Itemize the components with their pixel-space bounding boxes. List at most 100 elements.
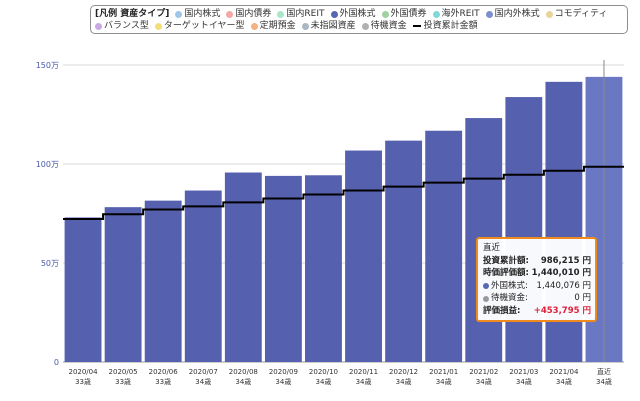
- tooltip-row: 投資累計額: 986,215 円: [483, 255, 591, 268]
- x-tick-label: 直近: [597, 367, 611, 376]
- bar: [104, 207, 142, 362]
- dot-marker-icon: [545, 10, 553, 18]
- dot-marker-icon: [381, 10, 389, 18]
- legend-item: 国内株式: [175, 8, 220, 20]
- x-tick-label: 2021/04: [549, 368, 579, 376]
- legend-item: 投資累計金額: [412, 20, 478, 32]
- x-tick-age-label: 34歳: [235, 377, 251, 386]
- y-axis: 0 50万 100万 150万: [36, 61, 59, 367]
- chart-area: 050万100万150万 2020/0433歳2020/0533歳2020/06…: [36, 60, 624, 386]
- x-tick-age-label: 34歳: [556, 377, 572, 386]
- x-tick-label: 2020/04: [68, 368, 98, 376]
- tooltip-row-label: 時価評価額:: [483, 268, 529, 279]
- bar: [144, 200, 182, 362]
- x-tick-age-label: 34歳: [275, 377, 291, 386]
- bar: [345, 150, 382, 362]
- tooltip: 直近 投資累計額: 986,215 円時価評価額: 1,440,010 円外国株式:…: [476, 237, 597, 322]
- legend-item-label: コモディティ: [554, 9, 608, 19]
- legend-item-label: バランス型: [104, 21, 149, 31]
- x-axis: 2020/0433歳2020/0533歳2020/0633歳2020/0734歳…: [68, 367, 611, 386]
- bar: [184, 190, 222, 362]
- x-tick-label: 2020/07: [189, 368, 218, 376]
- x-tick-age-label: 34歳: [596, 377, 612, 386]
- dot-marker-icon: [483, 283, 489, 290]
- dot-marker-icon: [361, 22, 369, 30]
- tooltip-row: 待機資金: 0 円: [483, 292, 591, 305]
- tooltip-title: 直近: [483, 243, 501, 253]
- legend-item: バランス型: [95, 20, 149, 32]
- tooltip-row-value: 986,215 円: [540, 255, 591, 266]
- legend-item-label: 国内株式: [184, 9, 221, 19]
- dot-marker-icon: [485, 10, 493, 18]
- dot-marker-icon: [277, 10, 285, 18]
- legend-item: コモディティ: [545, 8, 608, 20]
- x-tick-label: 2020/11: [349, 368, 378, 376]
- legend-item-label: 投資累計金額: [423, 21, 478, 31]
- legend-item-label: 国内外株式: [494, 9, 540, 19]
- tooltip-row-label: 投資累計額:: [483, 255, 529, 266]
- x-tick-age-label: 34歳: [516, 377, 532, 386]
- legend-item: 国内REIT: [277, 8, 325, 20]
- legend-item: 国内外株式: [485, 8, 540, 20]
- x-tick-age-label: 34歳: [476, 377, 492, 386]
- legend-item: 定期預金: [250, 20, 296, 32]
- tooltip-row-value: 1,440,010 円: [531, 268, 591, 279]
- legend-item-label: 外国株式: [339, 9, 376, 19]
- legend: [凡例 資産タイプ] 国内株式 国内債券 国内REIT 外国株式 外国債券 海外REIT 国…: [90, 5, 628, 34]
- tooltip-row: 評価損益: +453,795 円: [483, 305, 591, 318]
- legend-item: 海外REIT: [432, 8, 480, 20]
- tooltip-row-label: 外国株式:: [491, 280, 528, 291]
- tooltip-row-label: 待機資金:: [491, 293, 528, 304]
- bar: [505, 97, 543, 363]
- x-tick-age-label: 34歳: [396, 377, 412, 386]
- y-tick-label: 150万: [36, 61, 59, 70]
- legend-item: 待機資金: [361, 20, 407, 32]
- x-tick-label: 2020/06: [149, 368, 179, 376]
- x-tick-age-label: 33歳: [75, 377, 91, 386]
- x-tick-age-label: 34歳: [436, 377, 452, 386]
- tooltip-row-value: +453,795 円: [533, 305, 591, 316]
- x-tick-label: 2020/12: [389, 368, 418, 376]
- dot-marker-icon: [483, 295, 489, 302]
- tooltip-row-value: 0 円: [574, 293, 591, 304]
- bar: [224, 172, 262, 362]
- bar: [385, 140, 423, 362]
- legend-item-label: 待機資金: [370, 21, 407, 31]
- legend-item: 外国株式: [330, 8, 376, 20]
- x-tick-label: 2021/03: [509, 368, 538, 376]
- legend-item: ターゲットイヤー型: [154, 20, 245, 32]
- x-tick-age-label: 34歳: [195, 377, 211, 386]
- x-tick-age-label: 34歳: [316, 377, 332, 386]
- dot-marker-icon: [154, 22, 162, 30]
- dot-marker-icon: [301, 22, 309, 30]
- dot-marker-icon: [226, 10, 234, 18]
- bar: [305, 175, 342, 362]
- bar: [64, 217, 102, 362]
- legend-item-label: 海外REIT: [441, 9, 480, 19]
- y-tick-label: 0: [54, 358, 59, 367]
- x-tick-label: 2020/09: [269, 368, 298, 376]
- tooltip-row-value: 1,440,076 円: [536, 280, 591, 291]
- x-tick-age-label: 33歳: [115, 377, 131, 386]
- bar: [425, 130, 463, 362]
- tooltip-row-label: 評価損益:: [483, 305, 521, 316]
- line-marker-icon: [412, 25, 421, 27]
- tooltip-row: 時価評価額: 1,440,010 円: [483, 267, 591, 280]
- legend-item-label: 未指図資産: [310, 21, 356, 31]
- legend-title: [凡例 資産タイプ]: [95, 9, 170, 19]
- dot-marker-icon: [175, 10, 183, 18]
- legend-item-label: ターゲットイヤー型: [163, 21, 245, 31]
- legend-item: 外国債券: [381, 8, 427, 20]
- legend-item-label: 外国債券: [390, 9, 427, 19]
- x-tick-age-label: 33歳: [155, 377, 171, 386]
- legend-item: 国内債券: [226, 8, 271, 20]
- x-tick-label: 2020/10: [309, 368, 338, 376]
- y-tick-label: 50万: [41, 259, 59, 268]
- dot-marker-icon: [250, 22, 258, 30]
- dot-marker-icon: [95, 22, 102, 30]
- x-tick-age-label: 34歳: [356, 377, 372, 386]
- y-tick-label: 100万: [36, 160, 59, 169]
- dot-marker-icon: [330, 10, 338, 18]
- legend-item-label: 定期預金: [259, 21, 296, 31]
- x-tick-label: 2020/08: [229, 368, 258, 376]
